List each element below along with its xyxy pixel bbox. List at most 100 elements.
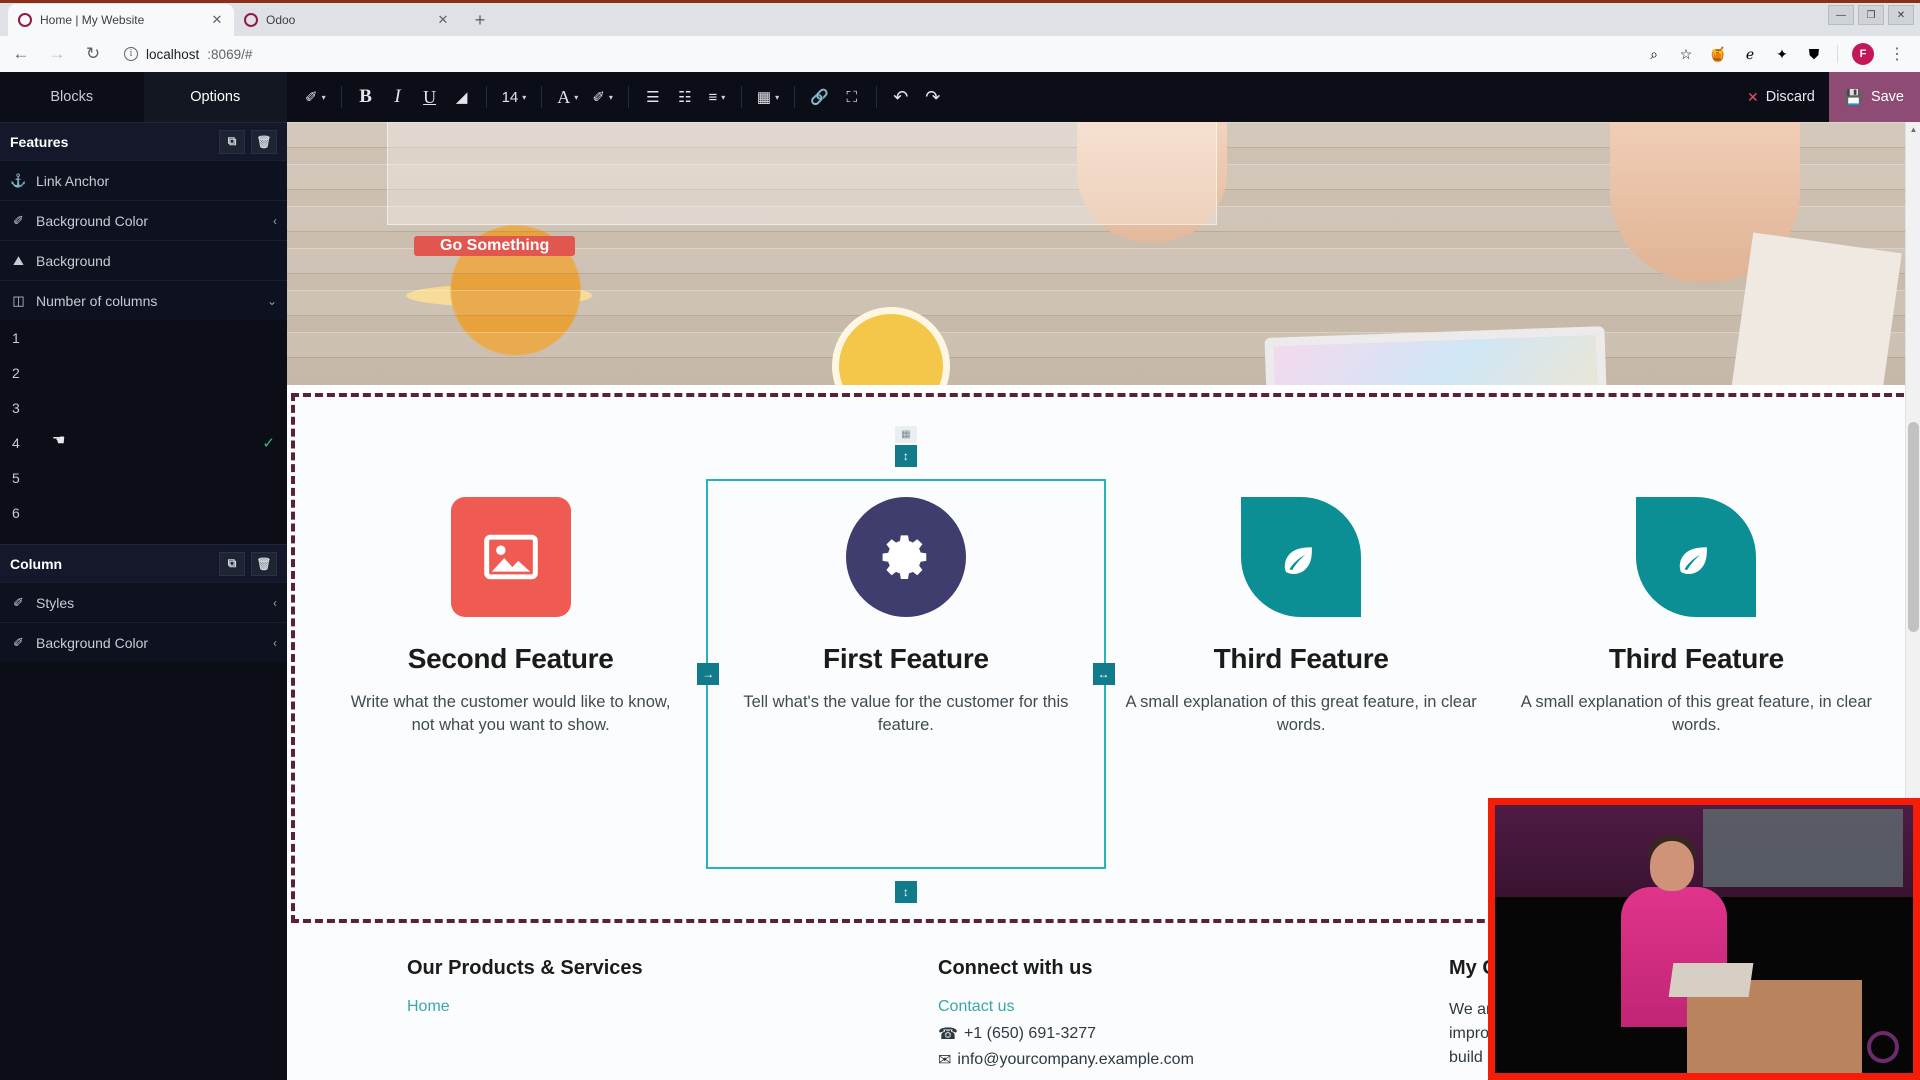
style-picker-button[interactable]: ✐ ▾	[299, 80, 332, 114]
feature-column-second[interactable]: Second Feature Write what the customer w…	[313, 497, 708, 738]
evernote-extension-icon[interactable]: ℯ	[1741, 45, 1759, 63]
sidebar-item-background-color[interactable]: ✐ Background Color ‹	[0, 200, 287, 240]
redo-button[interactable]: ↷	[918, 80, 948, 114]
toolbar-divider	[875, 86, 877, 108]
omnibox-actions: ⌕ ☆ 🍯 ℯ ✦ ⛊ F ⋮	[1645, 43, 1910, 65]
sidebar-item-column-background-color[interactable]: ✐ Background Color ‹	[0, 622, 287, 662]
column-count-option-2[interactable]: 2	[0, 355, 287, 390]
tab-close-icon[interactable]: ✕	[436, 12, 450, 28]
browser-tab-home[interactable]: Home | My Website ✕	[8, 4, 234, 36]
hero-lemon-slice	[832, 307, 950, 385]
column-count-value: 6	[12, 504, 20, 521]
profile-avatar[interactable]: F	[1852, 43, 1874, 65]
unordered-list-button[interactable]: ☰	[638, 80, 668, 114]
forward-icon[interactable]: →	[46, 44, 68, 64]
italic-button[interactable]: I	[383, 80, 413, 114]
features-section-header: Features ⧉ 🗑	[0, 122, 287, 160]
discard-button[interactable]: ✕ Discard	[1735, 79, 1827, 115]
sidebar-item-number-of-columns[interactable]: ◫ Number of columns ⌄	[0, 280, 287, 320]
clear-format-button[interactable]: ◢	[447, 80, 477, 114]
duplicate-icon[interactable]: ⧉	[219, 129, 245, 154]
letter-a-icon: A	[557, 86, 571, 107]
honey-extension-icon[interactable]: 🍯	[1709, 45, 1727, 63]
url-bar-row: ← → ↻ i localhost:8069/# ⌕ ☆ 🍯 ℯ ✦ ⛊ F ⋮	[0, 36, 1920, 72]
align-button[interactable]: ≡ ▾	[702, 80, 732, 114]
font-color-button[interactable]: A ▾	[551, 80, 584, 114]
undo-button[interactable]: ↶	[886, 80, 916, 114]
window-minimize-button[interactable]: —	[1828, 5, 1854, 25]
bold-button[interactable]: B	[351, 80, 381, 114]
address-bar[interactable]: i localhost:8069/#	[118, 47, 1631, 62]
footer-link-contact[interactable]: Contact us	[938, 998, 1369, 1016]
eyedropper-icon: ✐	[13, 634, 24, 650]
star-extension-icon[interactable]: ✦	[1773, 45, 1791, 63]
hero-cta-button[interactable]: Go Something	[414, 236, 576, 256]
new-tab-button[interactable]: +	[466, 6, 494, 34]
feature-column-third-a[interactable]: Third Feature A small explanation of thi…	[1104, 497, 1499, 738]
window-maximize-button[interactable]: ❐	[1858, 5, 1884, 25]
shield-extension-icon[interactable]: ⛊	[1805, 45, 1823, 63]
column-count-option-3[interactable]: 3	[0, 390, 287, 425]
chevron-down-icon: ▾	[574, 92, 579, 102]
options-sidebar: Blocks Options Features ⧉ 🗑 ⚓ Link Ancho…	[0, 72, 287, 1080]
media-button[interactable]: ⛶	[837, 80, 867, 114]
url-host: localhost	[146, 46, 200, 62]
back-icon[interactable]: ←	[10, 44, 32, 64]
tab-title: Odoo	[266, 13, 296, 27]
sidebar-tabs: Blocks Options	[0, 72, 287, 122]
browser-tab-odoo[interactable]: Odoo ✕	[234, 4, 460, 36]
tab-close-icon[interactable]: ✕	[210, 12, 224, 28]
resize-handle-bottom[interactable]: ↕	[894, 881, 917, 903]
site-info-icon[interactable]: i	[124, 47, 138, 61]
bookmark-star-icon[interactable]: ☆	[1677, 45, 1695, 63]
tab-options[interactable]: Options	[143, 72, 287, 122]
sidebar-item-label: Styles	[36, 594, 75, 611]
column-count-option-5[interactable]: 5	[0, 460, 287, 495]
column-count-option-4[interactable]: 4 ☚ ✓	[0, 425, 287, 460]
column-section-title: Column	[10, 555, 63, 572]
column-count-option-6[interactable]: 6	[0, 495, 287, 530]
duplicate-icon[interactable]: ⧉	[219, 551, 245, 576]
block-type-badge[interactable]: ▦	[894, 426, 917, 443]
underline-button[interactable]: U	[415, 80, 445, 114]
toolbar-divider	[627, 86, 629, 108]
window-close-button[interactable]: ✕	[1888, 5, 1914, 25]
resize-handle-left[interactable]: →	[697, 663, 720, 685]
feature-column-first[interactable]: ▦ ↕ ↕ → ↔ First Feature Tell what's the …	[697, 426, 1115, 903]
delete-icon[interactable]: 🗑	[251, 129, 277, 154]
align-icon: ≡	[708, 88, 718, 106]
reload-icon[interactable]: ↻	[82, 44, 104, 64]
scroll-up-arrow-icon[interactable]: ▲	[1906, 122, 1920, 137]
editor-shell: Blocks Options Features ⧉ 🗑 ⚓ Link Ancho…	[0, 72, 1920, 1080]
save-label: Save	[1870, 89, 1904, 105]
resize-handle-top[interactable]: ↕	[894, 445, 917, 467]
font-size-button[interactable]: 14 ▾	[496, 80, 533, 114]
sidebar-item-styles[interactable]: ✐ Styles ‹	[0, 582, 287, 622]
gear-icon	[845, 497, 966, 617]
column-count-option-1[interactable]: 1	[0, 320, 287, 355]
highlight-color-button[interactable]: ✐ ▾	[586, 80, 619, 114]
sidebar-item-link-anchor[interactable]: ⚓ Link Anchor	[0, 160, 287, 200]
scrollbar-thumb[interactable]	[1908, 422, 1919, 632]
feature-column-third-b[interactable]: Third Feature A small explanation of thi…	[1499, 497, 1894, 738]
sidebar-item-background[interactable]: ⛰ Background	[0, 240, 287, 280]
resize-handle-right[interactable]: ↔	[1092, 663, 1115, 685]
feature-icon-wrapper	[845, 497, 966, 617]
chevron-down-icon: ▾	[522, 92, 527, 102]
browser-menu-icon[interactable]: ⋮	[1888, 45, 1906, 63]
chevron-down-icon: ▾	[721, 92, 726, 102]
chevron-left-icon: ‹	[273, 595, 277, 610]
zoom-icon[interactable]: ⌕	[1645, 45, 1663, 63]
save-button[interactable]: 💾 Save	[1828, 72, 1920, 122]
footer-link-home[interactable]: Home	[407, 998, 838, 1016]
mouse-cursor-icon: ☚	[52, 432, 66, 449]
delete-icon[interactable]: 🗑	[251, 551, 277, 576]
table-button[interactable]: ▦ ▾	[751, 80, 785, 114]
feature-title: Third Feature	[1213, 643, 1389, 674]
tab-favicon-icon	[18, 13, 32, 27]
presenter-video-overlay[interactable]	[1488, 798, 1920, 1080]
ordered-list-button[interactable]: ☷	[670, 80, 700, 114]
link-button[interactable]: 🔗	[804, 80, 835, 114]
column-count-value: 4	[12, 434, 20, 451]
tab-blocks[interactable]: Blocks	[0, 72, 144, 122]
